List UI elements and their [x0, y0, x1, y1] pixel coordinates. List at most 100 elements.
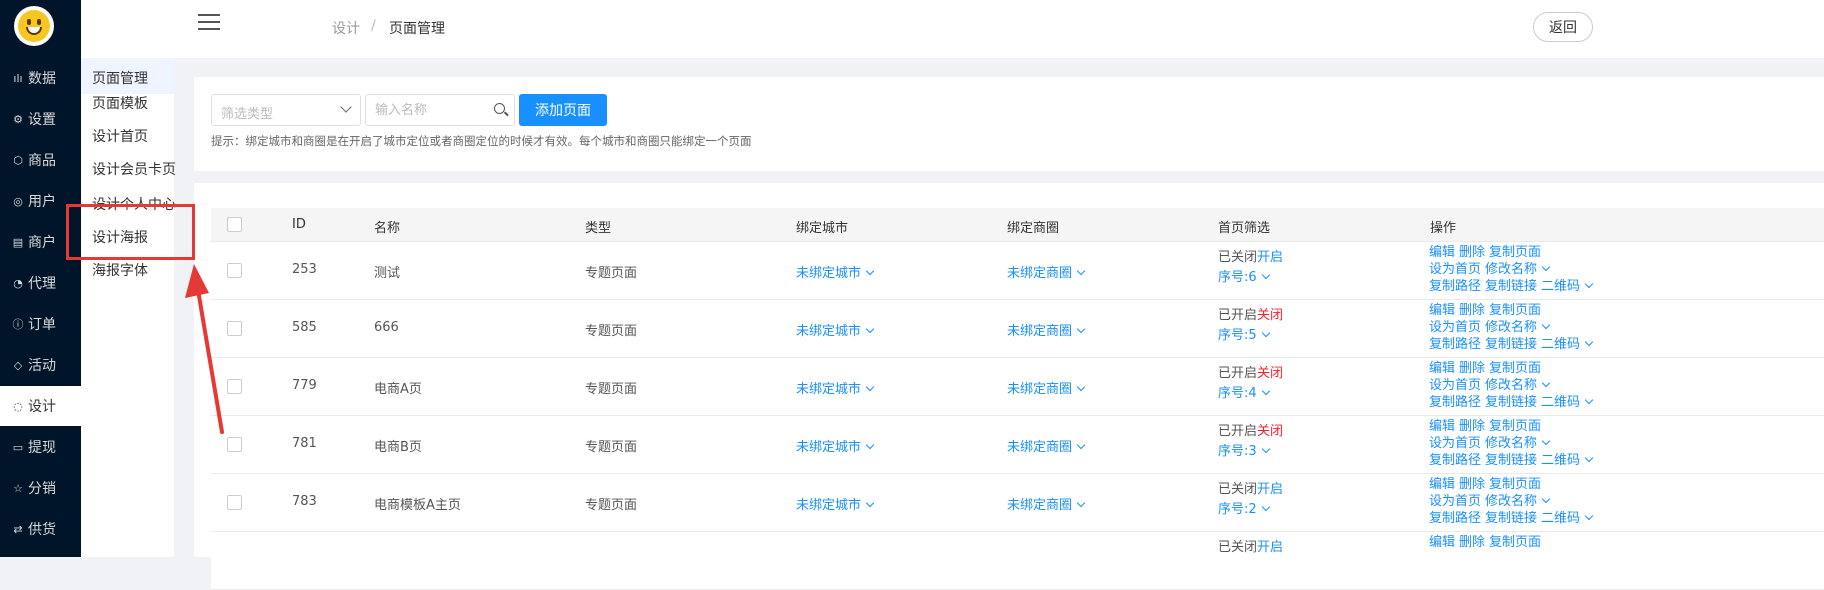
home-filter-toggle-link[interactable]: 开启: [1257, 540, 1283, 555]
sidebar-item-2[interactable]: ⬡ 商品: [0, 140, 81, 180]
copy-link-link[interactable]: 复制链接: [1485, 511, 1537, 526]
subnav-item-6[interactable]: 海报字体: [92, 260, 148, 280]
chevron-down-icon[interactable]: [1541, 436, 1551, 446]
copy-page-link[interactable]: 复制页面: [1489, 535, 1541, 550]
subnav-item-1[interactable]: 页面模板: [92, 93, 148, 113]
chevron-down-icon[interactable]: [1541, 262, 1551, 272]
sequence-dropdown[interactable]: 序号:3: [1218, 440, 1270, 459]
sidebar-item-label: 分销: [28, 481, 56, 497]
sidebar-item-5[interactable]: ◔ 代理: [0, 263, 81, 303]
subnav-item-5[interactable]: 设计海报: [92, 227, 148, 247]
chevron-down-icon[interactable]: [1584, 395, 1594, 405]
sidebar-item-6[interactable]: ⓘ 订单: [0, 304, 81, 344]
chevron-down-icon[interactable]: [1584, 279, 1594, 289]
sequence-dropdown[interactable]: 序号:4: [1218, 382, 1270, 401]
sequence-dropdown[interactable]: 序号:5: [1218, 324, 1270, 343]
copy-path-link[interactable]: 复制路径: [1429, 511, 1481, 526]
home-filter-toggle-link[interactable]: 开启: [1257, 482, 1283, 497]
city-binding-dropdown[interactable]: 未绑定城市: [796, 262, 875, 281]
district-binding-dropdown[interactable]: 未绑定商圈: [1007, 378, 1086, 397]
sidebar-item-3[interactable]: ◎ 用户: [0, 181, 81, 221]
district-binding-dropdown[interactable]: 未绑定商圈: [1007, 494, 1086, 513]
copy-path-link[interactable]: 复制路径: [1429, 395, 1481, 410]
filter-panel: 筛选类型 添加页面 提示：绑定城市和商圈是在开启了城市定位或者商圈定位的时候才有…: [194, 77, 1824, 171]
home-filter-state: 已关闭: [1218, 250, 1258, 265]
copy-link-link[interactable]: 复制链接: [1485, 337, 1537, 352]
subnav-item-2[interactable]: 设计首页: [92, 126, 148, 146]
smiley-mouth: [26, 27, 42, 35]
sidebar-item-10[interactable]: ☆ 分销: [0, 468, 81, 508]
bar-chart-icon: ılı: [13, 71, 23, 85]
row-id: 779: [292, 378, 317, 393]
copy-link-link[interactable]: 复制链接: [1485, 279, 1537, 294]
home-filter-toggle-link[interactable]: 关闭: [1257, 424, 1283, 439]
subnav-item-0[interactable]: 页面管理: [92, 68, 148, 88]
home-filter-toggle-link[interactable]: 开启: [1257, 250, 1283, 265]
sidebar-item-11[interactable]: ⇄ 供货: [0, 509, 81, 549]
sequence-label: 序号:6: [1218, 270, 1257, 285]
sidebar-item-1[interactable]: ⚙ 设置: [0, 99, 81, 139]
chevron-down-icon: [1261, 270, 1270, 280]
subnav-item-4[interactable]: 设计个人中心: [92, 194, 176, 214]
menu-toggle-icon[interactable]: [198, 14, 220, 35]
search-icon[interactable]: [494, 103, 505, 114]
row-checkbox[interactable]: [227, 379, 242, 394]
city-binding-dropdown[interactable]: 未绑定城市: [796, 378, 875, 397]
sequence-dropdown[interactable]: 序号:6: [1218, 266, 1270, 285]
edit-link[interactable]: 编辑: [1429, 535, 1455, 550]
sidebar-item-0[interactable]: ılı 数据: [0, 58, 81, 98]
type-filter-select[interactable]: 筛选类型: [211, 94, 361, 126]
logo-avatar[interactable]: [14, 6, 54, 46]
row-checkbox[interactable]: [227, 437, 242, 452]
city-binding-dropdown[interactable]: 未绑定城市: [796, 494, 875, 513]
sidebar-item-8[interactable]: ◌ 设计: [0, 386, 81, 426]
tag-icon: ◇: [13, 358, 23, 372]
sidebar-item-9[interactable]: ▭ 提现: [0, 427, 81, 467]
store-icon: ▤: [12, 235, 24, 249]
copy-path-link[interactable]: 复制路径: [1429, 453, 1481, 468]
select-all-checkbox[interactable]: [227, 217, 242, 232]
qrcode-link[interactable]: 二维码: [1541, 453, 1580, 468]
qrcode-link[interactable]: 二维码: [1541, 337, 1580, 352]
add-page-button[interactable]: 添加页面: [519, 94, 607, 126]
chevron-down-icon[interactable]: [1584, 511, 1594, 521]
copy-link-link[interactable]: 复制链接: [1485, 395, 1537, 410]
sidebar-item-7[interactable]: ◇ 活动: [0, 345, 81, 385]
row-checkbox[interactable]: [227, 495, 242, 510]
sequence-dropdown[interactable]: 序号:2: [1218, 498, 1270, 517]
city-binding-dropdown[interactable]: 未绑定城市: [796, 320, 875, 339]
chevron-down-icon[interactable]: [1584, 337, 1594, 347]
chevron-down-icon[interactable]: [1541, 494, 1551, 504]
delete-link[interactable]: 删除: [1459, 535, 1485, 550]
copy-link-link[interactable]: 复制链接: [1485, 453, 1537, 468]
district-binding-dropdown[interactable]: 未绑定商圈: [1007, 436, 1086, 455]
chevron-down-icon: [1076, 498, 1086, 508]
home-filter-toggle-link[interactable]: 关闭: [1257, 308, 1283, 323]
qrcode-link[interactable]: 二维码: [1541, 279, 1580, 294]
back-button[interactable]: 返回: [1533, 12, 1593, 42]
chevron-down-icon[interactable]: [1541, 378, 1551, 388]
chevron-down-icon[interactable]: [1541, 320, 1551, 330]
home-filter-toggle-link[interactable]: 关闭: [1257, 366, 1283, 381]
exchange-icon: ⇄: [13, 522, 23, 536]
home-filter-state: 已关闭: [1218, 482, 1258, 497]
breadcrumb-parent[interactable]: 设计: [332, 18, 360, 38]
qrcode-link[interactable]: 二维码: [1541, 395, 1580, 410]
row-checkbox[interactable]: [227, 321, 242, 336]
qrcode-link[interactable]: 二维码: [1541, 511, 1580, 526]
sequence-label: 序号:4: [1218, 386, 1257, 401]
city-binding-dropdown[interactable]: 未绑定城市: [796, 436, 875, 455]
district-binding-label: 未绑定商圈: [1007, 324, 1073, 339]
row-checkbox[interactable]: [227, 263, 242, 278]
subnav-item-3[interactable]: 设计会员卡页: [92, 159, 176, 179]
chevron-down-icon[interactable]: [1584, 453, 1594, 463]
name-search-field[interactable]: [365, 94, 515, 126]
copy-path-link[interactable]: 复制路径: [1429, 279, 1481, 294]
row-name: 测试: [374, 266, 401, 281]
district-binding-dropdown[interactable]: 未绑定商圈: [1007, 320, 1086, 339]
sidebar-item-4[interactable]: ▤ 商户: [0, 222, 81, 262]
copy-path-link[interactable]: 复制路径: [1429, 337, 1481, 352]
district-binding-dropdown[interactable]: 未绑定商圈: [1007, 262, 1086, 281]
design-subnav: 页面管理页面模板设计首页设计会员卡页 设计个人中心 设计海报海报字体: [81, 58, 176, 557]
name-search-input[interactable]: [367, 96, 487, 124]
